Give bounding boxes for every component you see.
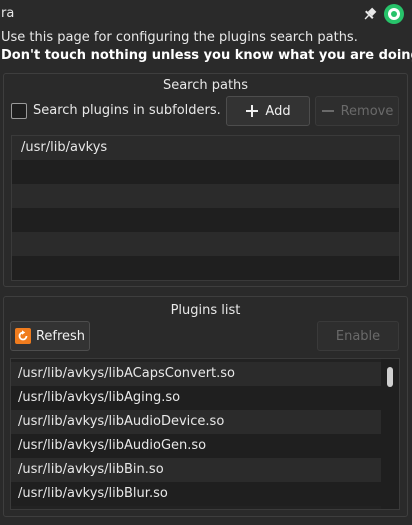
list-item[interactable]: /usr/lib/avkys/libAging.so: [11, 386, 381, 410]
plugins-config-window: ra Use this page for configuring the plu…: [0, 0, 412, 525]
plugins-list[interactable]: /usr/lib/avkys/libACapsConvert.so /usr/l…: [10, 358, 400, 510]
refresh-icon: [14, 328, 31, 344]
refresh-label: Refresh: [35, 328, 86, 344]
list-item[interactable]: /usr/lib/avkys/libAudioGen.so: [11, 434, 381, 458]
list-item[interactable]: /usr/lib/avkys/libBin.so: [11, 458, 381, 482]
add-button[interactable]: Add: [226, 96, 310, 126]
subfolders-checkbox[interactable]: [11, 103, 27, 119]
search-paths-title: Search paths: [162, 78, 249, 93]
scrollbar-thumb[interactable]: [387, 367, 393, 387]
refresh-button[interactable]: Refresh: [10, 321, 90, 351]
add-label: Add: [265, 103, 291, 119]
plugins-list-title: Plugins list: [170, 303, 241, 318]
search-paths-group: Search paths Search plugins in subfolder…: [3, 73, 408, 287]
plugins-scrollbar[interactable]: [381, 359, 399, 509]
plus-icon: [246, 105, 259, 117]
list-item[interactable]: /usr/lib/avkys/libACapsConvert.so: [11, 362, 381, 386]
list-item[interactable]: /usr/lib/avkys/libAudioDevice.so: [11, 410, 381, 434]
intro-text: Use this page for configuring the plugin…: [1, 30, 358, 45]
list-empty-row: [12, 160, 399, 184]
list-empty-row: [12, 184, 399, 208]
list-empty-row: [12, 232, 399, 256]
app-icon: [384, 4, 404, 24]
minus-icon: [321, 110, 334, 112]
remove-button[interactable]: Remove: [315, 96, 399, 126]
pin-icon[interactable]: [362, 6, 378, 22]
warning-text-main: Don't touch nothing unless you know what…: [1, 48, 412, 63]
window-title: ra: [1, 6, 15, 21]
list-empty-row: [12, 256, 399, 280]
enable-button[interactable]: Enable: [317, 321, 399, 351]
title-bar: ra: [0, 0, 412, 28]
plugins-list-group: Plugins list Refresh Enable /usr/lib/avk…: [3, 296, 408, 517]
list-empty-row: [12, 208, 399, 232]
remove-label: Remove: [340, 103, 394, 119]
subfolders-label: Search plugins in subfolders.: [33, 103, 221, 118]
list-item[interactable]: /usr/lib/avkys/libBlur.so: [11, 482, 381, 506]
list-item[interactable]: /usr/lib/avkys: [12, 136, 399, 160]
enable-label: Enable: [335, 328, 381, 344]
search-paths-list[interactable]: /usr/lib/avkys: [11, 135, 400, 281]
warning-text: Don't touch nothing unless you know what…: [1, 48, 412, 63]
